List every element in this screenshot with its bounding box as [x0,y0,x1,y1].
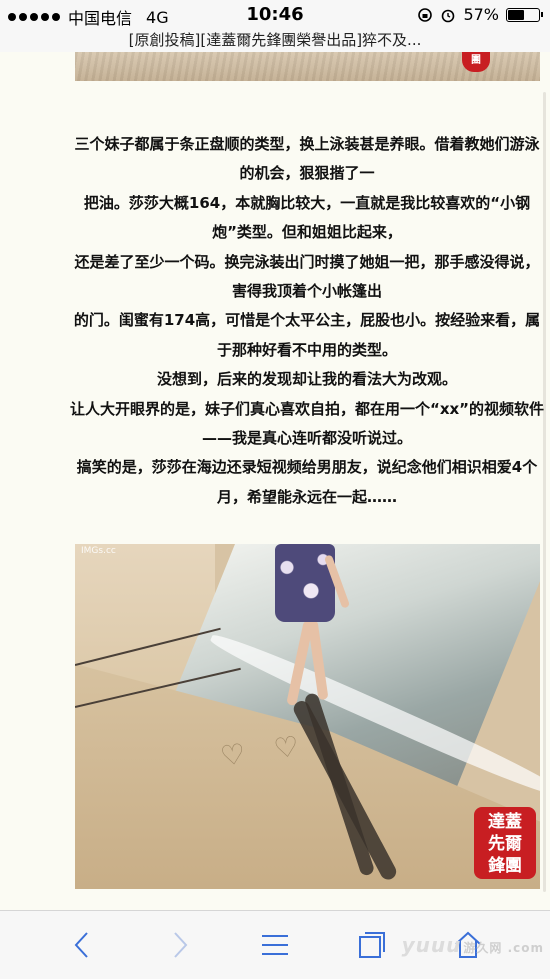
article-line: 三个妹子都属于条正盘顺的类型，换上泳装甚是养眼。借着教她们游泳的机会，狠狠揩了一 [74,135,540,183]
alarm-icon [442,9,455,22]
status-bar: 中国电信 4G 10:46 57% [0,0,550,30]
beach-photo: ♡ ♡ IMGs.cc 達蓋 先爾 鋒團 [75,544,540,889]
tabs-button[interactable] [352,925,392,965]
browser-toolbar: yuuu 游久网 .com [0,910,550,979]
battery-fill [508,9,525,20]
back-button[interactable] [62,925,102,965]
article-line: 搞笑的是，莎莎在海边还录短视频给男朋友，说纪念他们相识相爱4个月，希望能永远在一… [76,458,538,506]
article-line: 还是差了至少一个码。换完泳装出门时摸了她姐一把，那手感没得说，害得我顶着个小帐篷… [74,252,540,301]
tabs-icon [359,932,385,958]
menu-button[interactable] [255,925,295,965]
chevron-left-icon [74,932,88,958]
page-title[interactable]: [原創投稿][達蓋爾先鋒團榮譽出品]猝不及... [0,30,550,53]
chevron-right-icon [174,932,188,958]
photo-watermark: IMGs.cc [81,546,116,556]
menu-icon [262,935,288,955]
seal-line: 鋒團 [488,856,522,876]
article-line: 把油。莎莎大概164，本就胸比较大，一直就是我比较喜欢的“小钢炮”类型。但和姐姐… [83,193,531,242]
top-photo: 團 [75,52,540,81]
watermark-logo: yuuu [401,933,462,957]
seal-stamp: 團 [462,52,490,72]
article-line: 的门。闺蜜有174高，可惜是个太平公主，屁股也小。按经验来看，属于那种好看不中用… [73,311,541,359]
site-watermark: yuuu 游久网 .com [402,933,544,957]
watermark-suffix: 游久网 .com [463,941,544,955]
forward-button[interactable] [160,925,200,965]
status-right: 57% [417,5,543,24]
seal-line: 先爾 [488,834,522,854]
battery-icon [506,7,543,22]
web-content[interactable]: 團 三个妹子都属于条正盘顺的类型，换上泳装甚是养眼。借着教她们游泳的机会，狠狠揩… [0,52,550,910]
seal-stamp-large: 達蓋 先爾 鋒團 [474,807,536,879]
battery-percent: 57% [463,5,499,24]
seal-line: 達蓋 [488,812,522,832]
article-text: 三个妹子都属于条正盘顺的类型，换上泳装甚是养眼。借着教她们游泳的机会，狠狠揩了一… [68,130,546,512]
article-line: 让人大开眼界的是，妹子们真心喜欢自拍，都在用一个“xx”的视频软件——我是真心连… [69,399,545,448]
rotation-lock-icon [418,7,433,22]
article-line: 没想到，后来的发现却让我的看法大为改观。 [156,370,457,389]
